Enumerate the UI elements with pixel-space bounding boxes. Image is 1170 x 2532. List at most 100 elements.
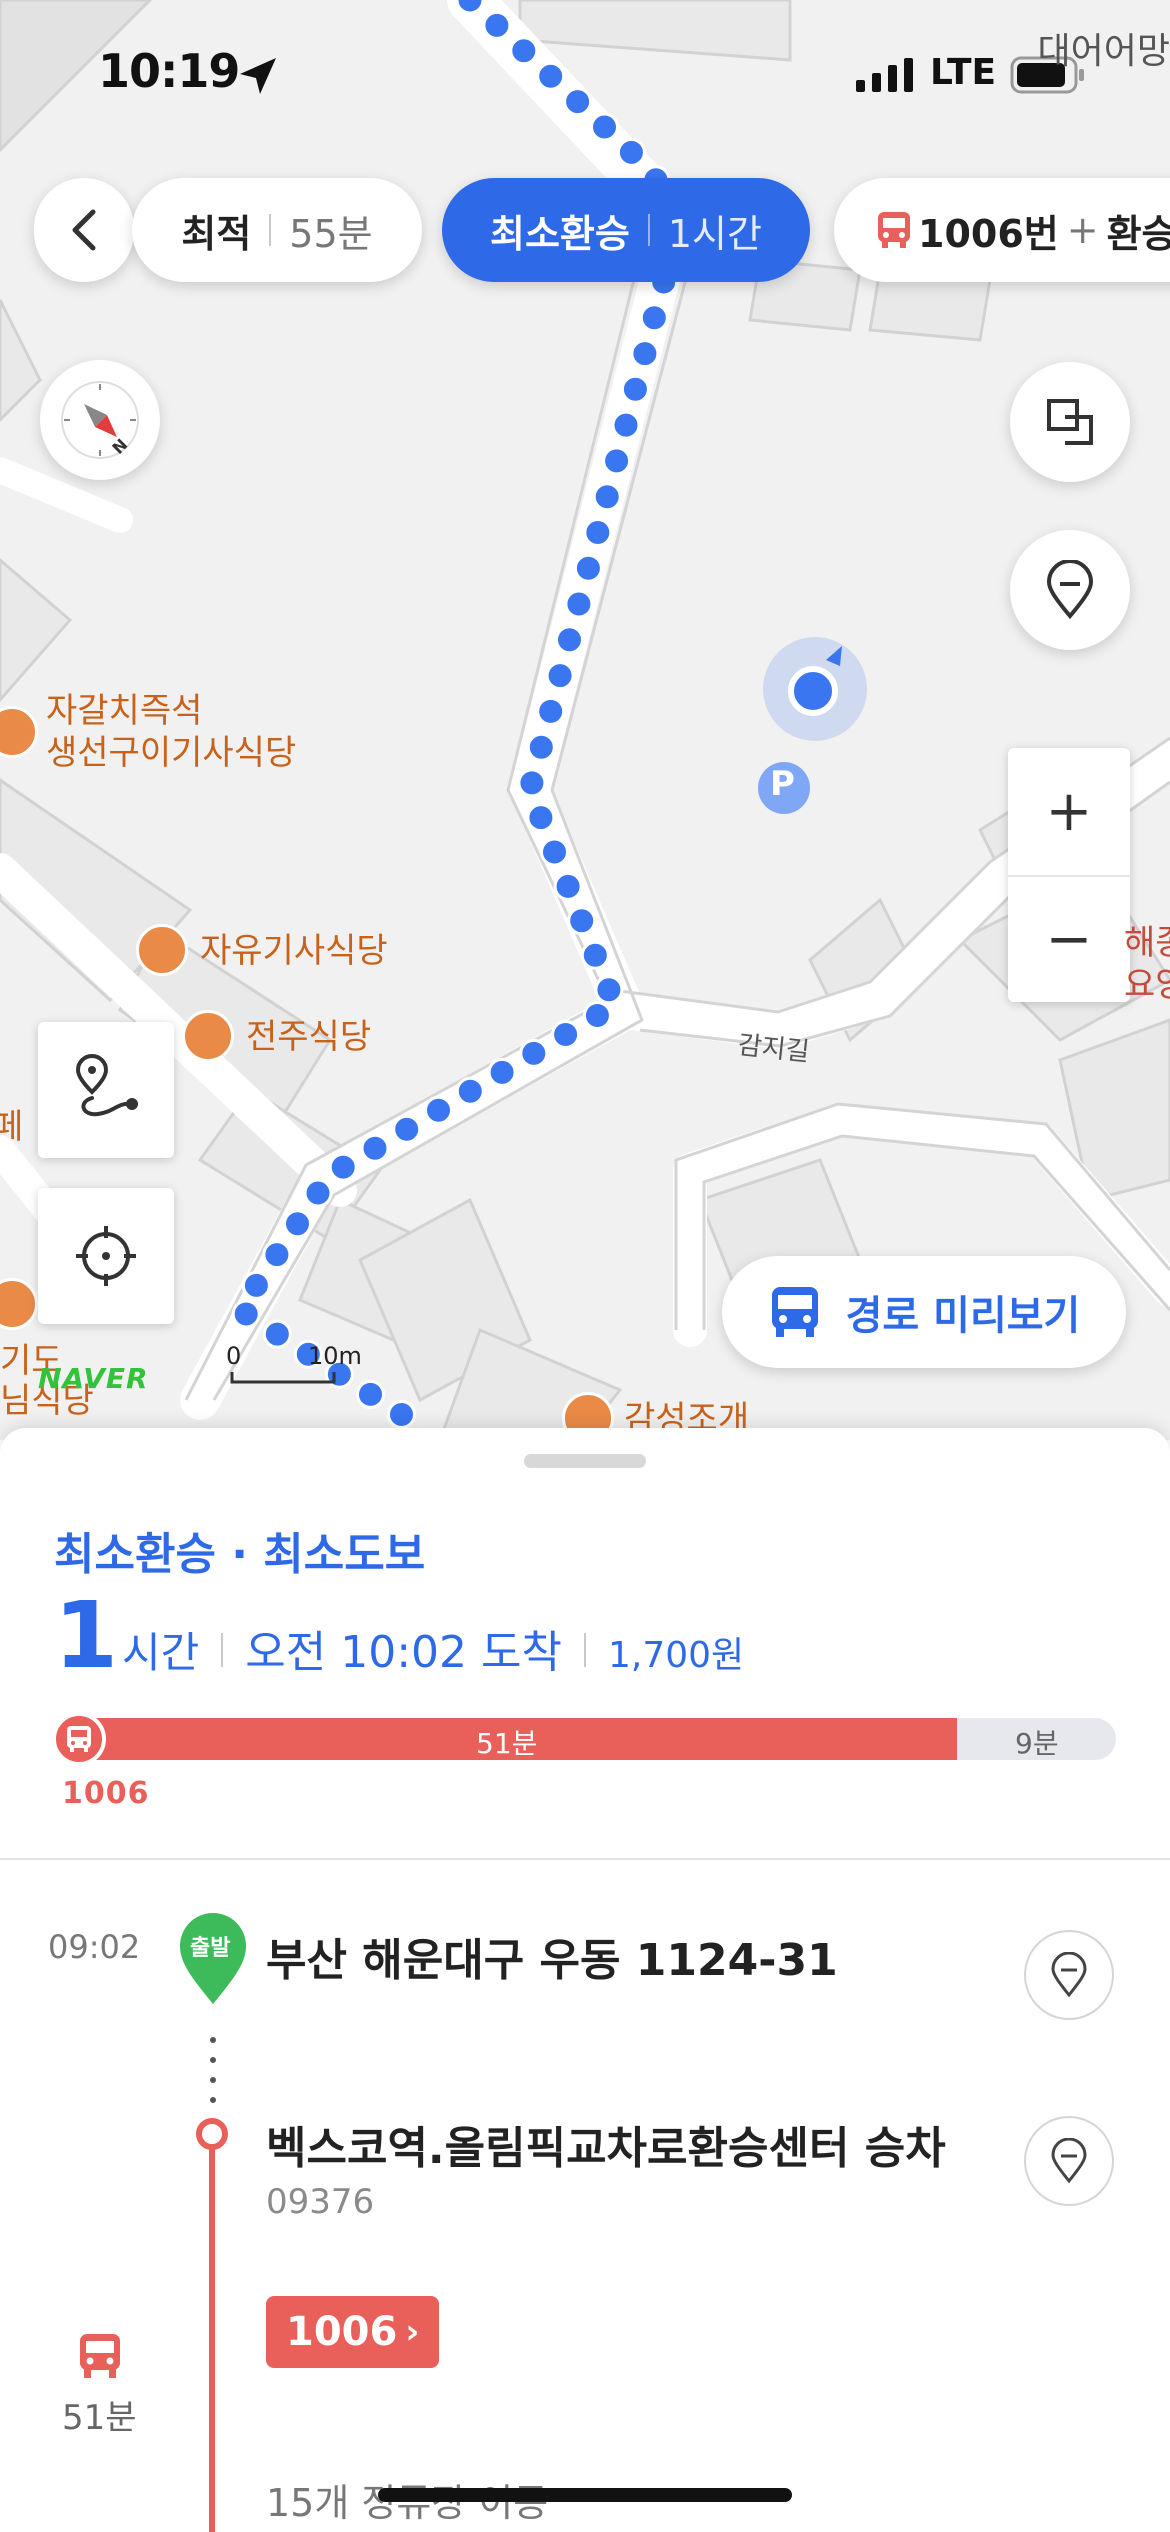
route-dot — [583, 518, 613, 547]
route-dot — [630, 339, 660, 369]
time-breakdown-bar: 51분 9분 — [54, 1718, 1116, 1760]
route-dot — [594, 975, 624, 1005]
route-dot — [455, 0, 485, 15]
route-dot — [517, 768, 547, 798]
bus-badge — [52, 1712, 106, 1766]
route-dot — [540, 837, 569, 867]
map-pin-icon — [1046, 560, 1094, 620]
route-dot — [551, 1020, 581, 1049]
route-option-bus-1006[interactable]: 1006번 + 환승 — [834, 178, 1170, 282]
route-dot — [487, 1057, 517, 1087]
route-dot — [455, 1076, 485, 1106]
route-dot — [424, 1095, 453, 1125]
route-dot — [592, 482, 622, 512]
route-preview-label: 경로 미리보기 — [845, 1293, 1081, 1339]
route-dot — [360, 1133, 390, 1163]
poi-line1: 자갈치즉석 — [46, 691, 203, 731]
route-dot — [526, 732, 556, 762]
route-option-time: 1시간 — [667, 211, 762, 256]
map-layers-button[interactable] — [1010, 362, 1130, 482]
zoom-control: + − — [1008, 748, 1130, 1002]
sheet-handle[interactable] — [524, 1454, 646, 1468]
restaurant-icon — [136, 924, 188, 976]
route-dot — [553, 871, 583, 901]
route-dot — [620, 374, 650, 404]
duration-unit: 시간 — [122, 1628, 200, 1677]
poi-label[interactable]: 전주식당 — [246, 1016, 371, 1058]
route-option-min-transfer[interactable]: 최소환승 1시간 — [442, 178, 810, 282]
bus-time-label: 51분 — [476, 1727, 538, 1760]
my-location-button[interactable] — [38, 1188, 174, 1324]
boarding-stop-location-button[interactable] — [1024, 2116, 1114, 2206]
route-detail-sheet[interactable]: 최소환승 · 최소도보 1 시간 오전 10:02 도착 1,700원 51분 … — [0, 1428, 1170, 2532]
start-location-button[interactable] — [1024, 1930, 1114, 2020]
zoom-out-button[interactable]: − — [1008, 875, 1130, 1002]
bus-route-line — [209, 2148, 215, 2532]
route-dot — [573, 553, 603, 583]
route-option-time: 55분 — [289, 211, 373, 256]
poi-label-partial: 요양 — [1124, 965, 1170, 1005]
chevron-right-icon: › — [405, 2312, 420, 2352]
poi-line2: 생선구이기사식당 — [46, 733, 297, 773]
poi-label-partial: 페 — [0, 1107, 24, 1147]
route-option-name: 최적 — [181, 211, 252, 256]
route-options-button[interactable] — [38, 1022, 174, 1158]
crosshair-icon — [76, 1226, 136, 1286]
bus-icon — [80, 2334, 120, 2378]
network-type: LTE — [930, 52, 997, 93]
poi-label[interactable]: 자갈치즉석 생선구이기사식당 — [46, 690, 296, 774]
route-dot — [262, 1319, 292, 1349]
poi-label[interactable]: 자유기사식당 — [200, 930, 388, 972]
back-button[interactable] — [34, 178, 134, 282]
route-dot — [303, 1178, 333, 1208]
route-option-name: 1006번 — [918, 211, 1059, 256]
signal-icon — [856, 58, 913, 92]
route-preview-button[interactable]: 경로 미리보기 — [722, 1256, 1126, 1368]
plus-sign: + — [1066, 208, 1099, 252]
route-dot — [536, 696, 566, 726]
route-dot — [567, 906, 597, 936]
scale-end: 10m — [308, 1342, 362, 1370]
route-dot — [590, 112, 619, 142]
route-dot — [283, 1209, 312, 1239]
bus-icon — [771, 1287, 818, 1337]
place-pin-button[interactable] — [1010, 530, 1130, 650]
boarding-stop-name: 벡스코역.올림픽교차로환승센터 승차 — [266, 2123, 946, 2174]
route-dot — [526, 803, 556, 833]
fare: 1,700원 — [608, 1635, 745, 1676]
route-summary: 1 시간 오전 10:02 도착 1,700원 — [54, 1588, 744, 1684]
stop-code: 09376 — [266, 2182, 375, 2222]
route-dot — [611, 410, 641, 440]
bus-route-chip[interactable]: 1006 › — [266, 2296, 440, 2368]
route-dot — [564, 589, 594, 619]
divider — [0, 1858, 1170, 1860]
status-bar: 10:19 LTE — [0, 44, 1170, 114]
walk-time-label: 9분 — [1015, 1727, 1059, 1760]
scale-bar — [230, 1372, 336, 1384]
chevron-left-icon — [72, 209, 96, 251]
route-option-optimal[interactable]: 최적 55분 — [132, 178, 422, 282]
ride-duration: 51분 — [62, 2398, 137, 2438]
bus-number: 1006 — [62, 1776, 150, 1811]
compass-icon: N — [61, 381, 139, 459]
route-dot — [545, 661, 575, 691]
route-dot — [602, 446, 632, 476]
svg-text:N: N — [108, 435, 131, 458]
zoom-in-button[interactable]: + — [1008, 748, 1130, 875]
map-pin-icon — [1051, 2138, 1087, 2184]
divider — [221, 1633, 224, 1667]
current-location-marker — [763, 637, 867, 741]
boarding-stop-marker — [196, 2118, 228, 2150]
bus-icon — [67, 1726, 91, 1752]
route-dot — [231, 1299, 261, 1329]
route-dot — [328, 1152, 358, 1182]
arrival-time: 오전 10:02 도착 — [245, 1627, 562, 1678]
naver-logo: NAVER — [38, 1362, 149, 1395]
route-option-suffix: 환승 — [1106, 211, 1170, 256]
walk-dots — [210, 2037, 216, 2103]
compass-button[interactable]: N — [40, 360, 160, 480]
route-dot — [387, 1400, 416, 1429]
divider — [269, 214, 272, 246]
map-view[interactable]: 10:19 LTE 대어어망 최적 55분 최소환승 1시간 1006번 + 환… — [0, 0, 1170, 1440]
start-address: 부산 해운대구 우동 1124-31 — [266, 1935, 838, 1986]
